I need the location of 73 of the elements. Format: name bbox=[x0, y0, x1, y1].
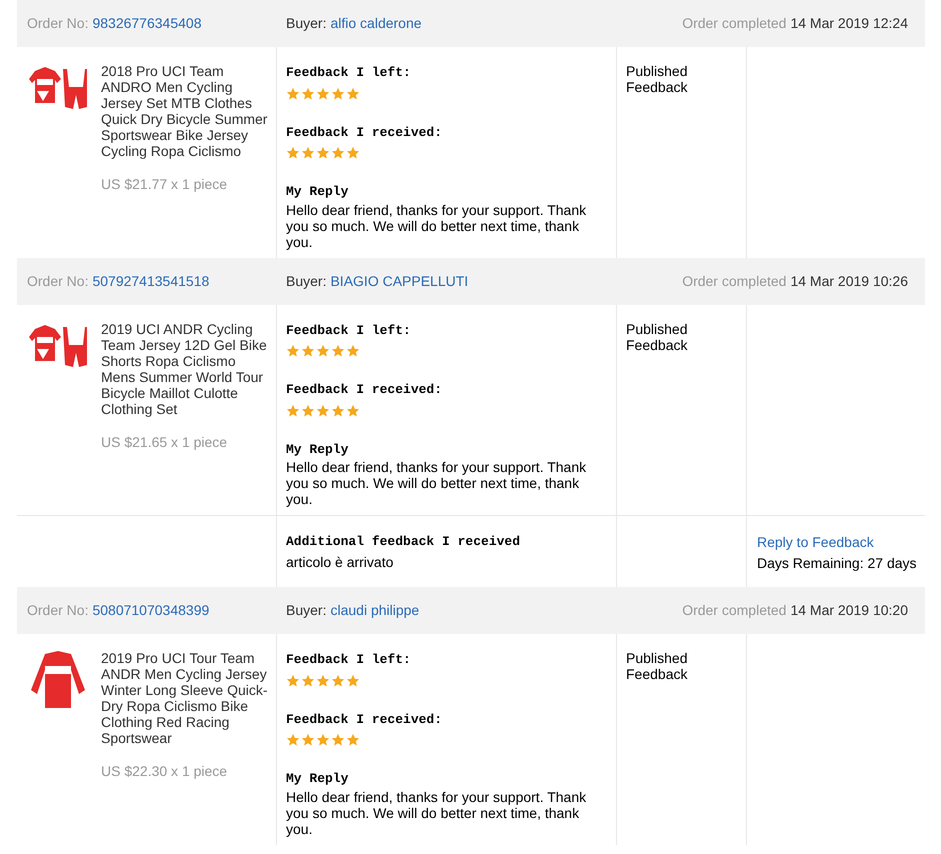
feedback-status: Published Feedback bbox=[626, 63, 688, 95]
additional-feedback-label: Additional feedback I received bbox=[286, 533, 522, 551]
order-number-link[interactable]: 98326776345408 bbox=[92, 13, 202, 34]
star-icon bbox=[316, 733, 330, 747]
order-number-label: Order No: bbox=[27, 601, 88, 620]
star-icon bbox=[331, 146, 345, 160]
completion-date: 14 Mar 2019 12:24 bbox=[790, 14, 908, 33]
product-price: US $21.65 x 1 piece bbox=[101, 432, 228, 452]
feedback-status: Published Feedback bbox=[626, 320, 688, 352]
feedback-received-label: Feedback I received: bbox=[286, 710, 444, 728]
star-icon bbox=[346, 146, 360, 160]
product-price: US $21.77 x 1 piece bbox=[101, 175, 228, 194]
additional-feedback-text: articolo è arrivato bbox=[286, 552, 394, 572]
star-icon bbox=[301, 733, 315, 747]
order-number-label: Order No: bbox=[27, 14, 88, 33]
star-icon bbox=[286, 344, 300, 358]
reply-text: Hello dear friend, thanks for your support. Thank you so much. We will do better next time, thank you. bbox=[286, 788, 588, 836]
order-number-link[interactable]: 507927413541518 bbox=[92, 270, 210, 292]
star-icon bbox=[346, 344, 360, 358]
star-icon bbox=[301, 344, 315, 358]
star-icon bbox=[346, 674, 360, 688]
my-reply-label: My Reply bbox=[286, 440, 350, 458]
star-icon bbox=[331, 733, 345, 747]
star-icon bbox=[331, 674, 345, 688]
star-icon bbox=[316, 86, 330, 100]
buyer-label: Buyer: bbox=[286, 14, 326, 33]
completion-date: 14 Mar 2019 10:26 bbox=[790, 272, 908, 290]
star-icon bbox=[331, 344, 345, 358]
feedback-received-label: Feedback I received: bbox=[286, 381, 444, 399]
feedback-left-label: Feedback I left: bbox=[286, 322, 412, 340]
my-reply-label: My Reply bbox=[286, 770, 350, 788]
buyer-label: Buyer: bbox=[286, 601, 326, 620]
star-icon bbox=[316, 344, 330, 358]
my-reply-label: My Reply bbox=[286, 183, 350, 201]
star-icon bbox=[331, 404, 345, 418]
star-icon bbox=[286, 404, 300, 418]
star-icon bbox=[346, 86, 360, 100]
buyer-link[interactable]: alfio calderone bbox=[330, 13, 422, 34]
star-icon bbox=[316, 404, 330, 418]
star-icon bbox=[301, 674, 315, 688]
star-icon bbox=[286, 674, 300, 688]
star-icon bbox=[301, 86, 315, 100]
star-icon bbox=[331, 86, 345, 100]
reply-text: Hello dear friend, thanks for your support. Thank you so much. We will do better next time, thank you. bbox=[286, 202, 588, 250]
buyer-link[interactable]: claudi philippe bbox=[330, 600, 420, 621]
product-price: US $22.30 x 1 piece bbox=[101, 762, 228, 781]
feedback-left-label: Feedback I left: bbox=[286, 651, 412, 669]
reply-to-feedback-link[interactable]: Reply to Feedback bbox=[757, 532, 925, 553]
product-title[interactable]: 2018 Pro UCI Team ANDRO Men Cycling Jersey Set MTB Clothes Quick Dry Bicycle Summer Sportswear Bike Jersey Cycling Ropa Ciclismo bbox=[101, 63, 271, 159]
star-icon bbox=[346, 404, 360, 418]
completion-date: 14 Mar 2019 10:20 bbox=[790, 601, 908, 620]
feedback-received-label: Feedback I received: bbox=[286, 124, 444, 142]
star-icon bbox=[301, 404, 315, 418]
order-completed-label: Order completed bbox=[682, 272, 786, 291]
buyer-label: Buyer: bbox=[286, 272, 326, 291]
star-icon bbox=[316, 146, 330, 160]
feedback-status: Published Feedback bbox=[626, 650, 688, 682]
order-completed-label: Order completed bbox=[682, 601, 786, 620]
product-title[interactable]: 2019 Pro UCI Tour Team ANDR Men Cycling Jersey Winter Long Sleeve Quick-Dry Ropa Ciclismo Bike Clothing Red Racing Sportswear bbox=[101, 650, 271, 746]
product-title[interactable]: 2019 UCI ANDR Cycling Team Jersey 12D Gel Bike Shorts Ropa Ciclismo Mens Summer World Tour Bicycle Maillot Culotte Clothing Set bbox=[101, 320, 271, 416]
star-icon bbox=[301, 146, 315, 160]
order-number-label: Order No: bbox=[27, 272, 88, 290]
order-completed-label: Order completed bbox=[682, 14, 786, 33]
star-icon bbox=[286, 146, 300, 160]
buyer-link[interactable]: BIAGIO CAPPELLUTI bbox=[330, 270, 468, 292]
feedback-left-label: Feedback I left: bbox=[286, 64, 412, 82]
star-icon bbox=[286, 733, 300, 747]
star-icon bbox=[316, 674, 330, 688]
order-number-link[interactable]: 508071070348399 bbox=[92, 600, 210, 621]
reply-text: Hello dear friend, thanks for your support. Thank you so much. We will do better next time, thank you. bbox=[286, 459, 588, 507]
days-remaining: Days Remaining: 27 days bbox=[757, 554, 918, 573]
star-icon bbox=[346, 733, 360, 747]
star-icon bbox=[286, 86, 300, 100]
